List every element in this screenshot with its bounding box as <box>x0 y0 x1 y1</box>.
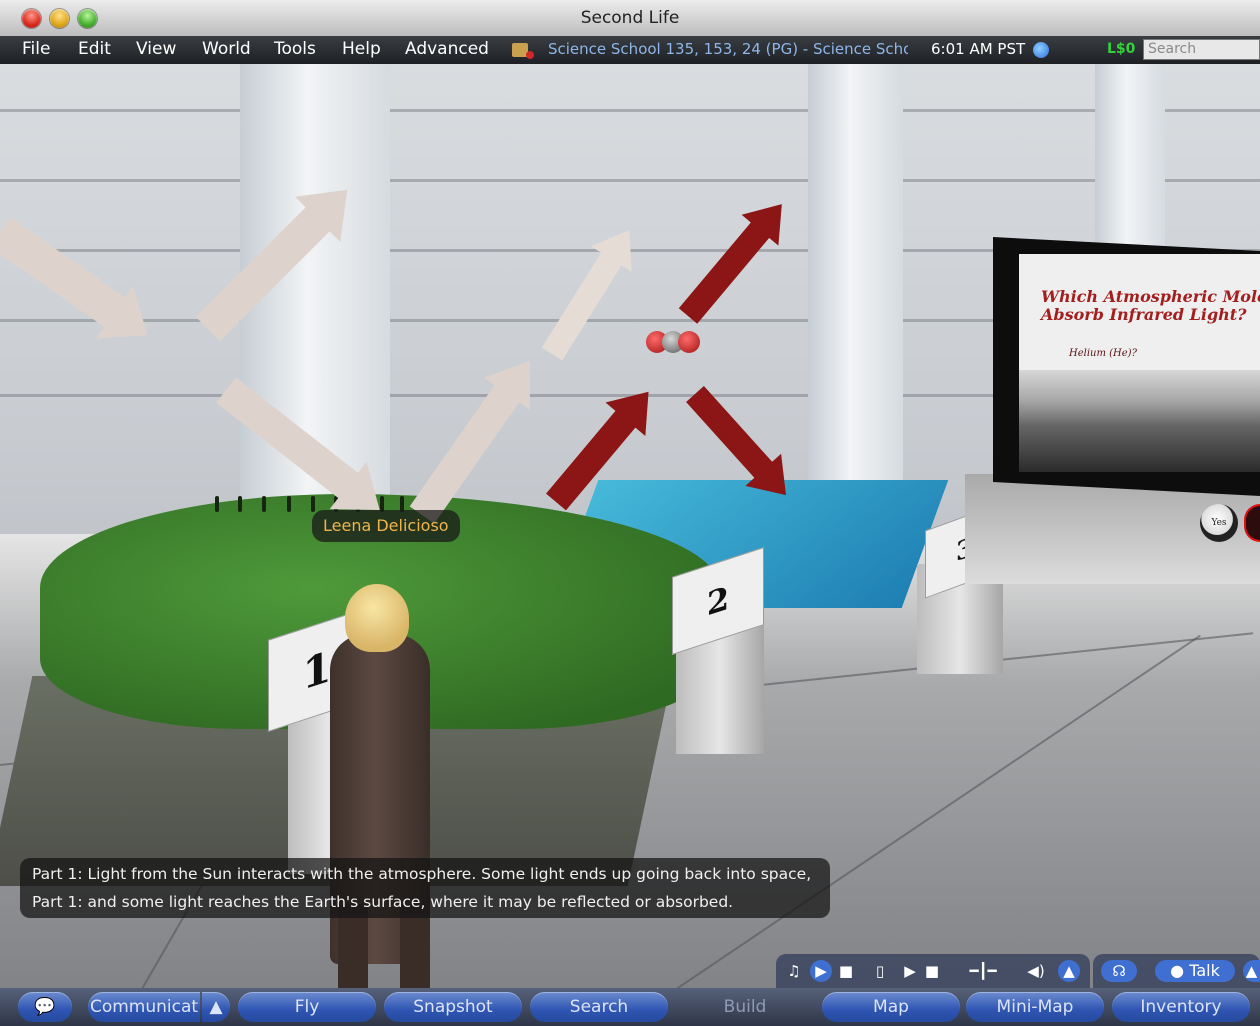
tree <box>215 496 219 512</box>
space-light-arrow <box>541 217 650 361</box>
menu-world[interactable]: World <box>202 39 251 59</box>
menu-view[interactable]: View <box>136 39 176 59</box>
expand-media-icon[interactable]: ▲ <box>1058 960 1080 982</box>
video-icon[interactable]: ▯ <box>870 960 890 982</box>
quiz-question: Which Atmospheric Molecule Absorb Infrar… <box>1041 288 1260 324</box>
avatar-head[interactable] <box>345 584 409 652</box>
avatar-name-tag: Leena Delicioso <box>312 510 460 542</box>
menu-help[interactable]: Help <box>342 39 381 59</box>
video-stop-button[interactable]: ■ <box>922 960 942 982</box>
search-input[interactable]: Search <box>1143 39 1260 60</box>
build-button[interactable]: Build <box>676 992 814 1022</box>
wall-stripe <box>0 109 1260 112</box>
infrared-arrow-up <box>678 188 801 324</box>
pillar <box>808 64 903 494</box>
snapshot-button[interactable]: Snapshot <box>384 992 522 1022</box>
window-title-bar: Second Life <box>0 0 1260 37</box>
quiz-option: Helium (He)? <box>1069 348 1137 359</box>
clock: 6:01 AM PST <box>931 40 1026 58</box>
parcel-icon[interactable] <box>512 43 534 59</box>
volume-slider[interactable]: ━┃━ <box>956 960 1010 982</box>
map-button[interactable]: Map <box>822 992 960 1022</box>
chat-line: Part 1: Light from the Sun interacts wit… <box>32 865 812 883</box>
tree <box>238 496 242 512</box>
chat-history: Part 1: Light from the Sun interacts wit… <box>20 858 830 918</box>
media-controls: ♫ ▶ ■ ▯ ▶ ■ ━┃━ ◀) ▲ <box>776 954 1090 988</box>
music-stop-button[interactable]: ■ <box>836 960 856 982</box>
menu-file[interactable]: File <box>22 39 50 59</box>
tree <box>262 496 266 512</box>
talk-expand-icon[interactable]: ▲ <box>1243 960 1260 982</box>
speaker-icon[interactable]: ◀) <box>1024 960 1048 982</box>
window-title: Second Life <box>580 8 680 28</box>
music-play-button[interactable]: ▶ <box>810 960 832 982</box>
pillar <box>1095 64 1165 264</box>
chat-bubble-button[interactable]: 💬 <box>18 992 72 1022</box>
yes-answer-button[interactable]: Yes <box>1200 504 1238 542</box>
chat-line: Part 1: and some light reaches the Earth… <box>32 893 734 911</box>
outgoing-light-arrow <box>409 344 553 524</box>
tree <box>287 496 291 512</box>
video-play-button[interactable]: ▶ <box>900 960 920 982</box>
fly-button[interactable]: Fly <box>238 992 376 1022</box>
menu-tools[interactable]: Tools <box>274 39 316 59</box>
world-viewport[interactable]: Leena Delicioso 1 2 3 Which Atmospheric … <box>0 64 1260 1026</box>
quiz-board[interactable]: Which Atmospheric Molecule Absorb Infrar… <box>1019 254 1260 472</box>
search-button[interactable]: Search <box>530 992 668 1022</box>
voice-chat-icon[interactable]: ☊ <box>1101 960 1137 982</box>
quiz-question-line2: Absorb Infrared Light? <box>1041 305 1247 324</box>
minimap-button[interactable]: Mini-Map <box>966 992 1104 1022</box>
talk-label: Talk <box>1189 961 1220 980</box>
communicate-expand-icon[interactable]: ▲ <box>202 992 230 1022</box>
wall-stripe <box>0 179 1260 182</box>
menu-edit[interactable]: Edit <box>78 39 111 59</box>
landscape-photo <box>1019 370 1260 472</box>
tree <box>311 496 315 512</box>
music-icon[interactable]: ♫ <box>784 960 804 982</box>
sunlight-arrow <box>0 217 166 362</box>
quiz-question-line1: Which Atmospheric Molecule <box>1041 287 1260 306</box>
voice-controls: ☊ ● Talk ▲ <box>1093 954 1260 988</box>
inventory-button[interactable]: Inventory <box>1112 992 1250 1022</box>
location-readout[interactable]: Science School 135, 153, 24 (PG) - Scien… <box>548 40 908 58</box>
globe-icon[interactable] <box>1033 42 1049 58</box>
menu-advanced[interactable]: Advanced <box>405 39 489 59</box>
talk-button[interactable]: ● Talk <box>1155 960 1235 982</box>
linden-balance[interactable]: L$0 <box>1107 41 1135 57</box>
menu-bar: File Edit View World Tools Help Advanced… <box>0 36 1260 64</box>
bottom-toolbar: 💬 Communicat ▲ Fly Snapshot Search Build… <box>0 988 1260 1026</box>
communicate-button[interactable]: Communicat <box>88 992 200 1022</box>
